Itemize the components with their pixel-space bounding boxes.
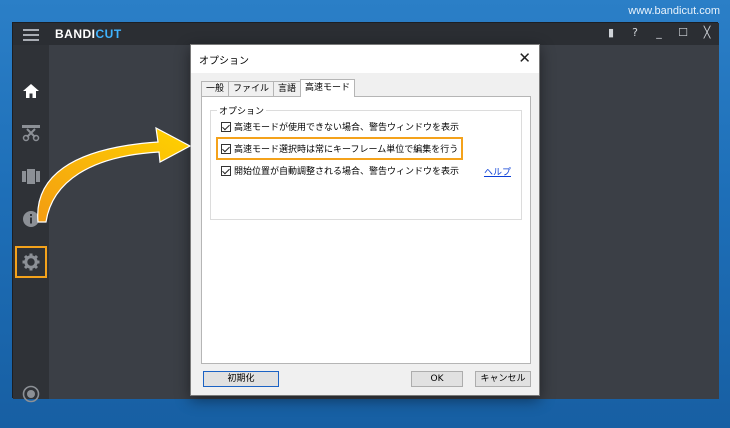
tab-language[interactable]: 言語 (273, 81, 302, 97)
tab-general[interactable]: 一般 (201, 81, 230, 97)
tab-high-speed-mode[interactable]: 高速モード (300, 79, 356, 97)
website-url: www.bandicut.com (628, 5, 720, 17)
app-logo: BANDICUT (55, 27, 122, 41)
ok-button[interactable]: OK (411, 371, 463, 387)
checkbox[interactable] (221, 165, 231, 176)
dialog-titlebar: オプション ✕ (191, 45, 539, 73)
folder-icon[interactable]: ▮ (605, 25, 617, 41)
window-controls: ▮ ? _ ☐ ╳ (605, 25, 713, 41)
home-icon[interactable] (19, 79, 43, 103)
info-icon[interactable] (19, 207, 43, 231)
join-icon[interactable] (19, 164, 43, 188)
maximize-icon[interactable]: ☐ (677, 25, 689, 41)
option-label: 高速モードが使用できない場合、警告ウィンドウを表示 (234, 123, 460, 133)
option-warn-auto-adjust[interactable]: 開始位置が自動調整される場合、警告ウィンドウを表示 (221, 164, 459, 177)
dialog-close-icon[interactable]: ✕ (518, 49, 531, 67)
options-group: オプション 高速モードが使用できない場合、警告ウィンドウを表示 高速モード選択時… (210, 104, 522, 220)
minimize-icon[interactable]: _ (653, 25, 665, 41)
record-icon[interactable] (19, 382, 43, 406)
settings-icon[interactable] (15, 246, 47, 278)
help-icon[interactable]: ? (629, 25, 641, 41)
sidebar (13, 45, 49, 403)
checkbox[interactable] (221, 121, 231, 132)
app-titlebar: BANDICUT ▮ ? _ ☐ ╳ (13, 23, 719, 45)
close-icon[interactable]: ╳ (701, 25, 713, 41)
tab-bar: 一般 ファイル 言語 高速モード (201, 79, 356, 97)
menu-icon[interactable] (23, 29, 39, 41)
help-link[interactable]: ヘルプ (484, 165, 511, 178)
checkbox[interactable] (221, 143, 231, 154)
option-warn-unavailable[interactable]: 高速モードが使用できない場合、警告ウィンドウを表示 (221, 120, 459, 133)
tab-file[interactable]: ファイル (228, 81, 275, 97)
reset-button[interactable]: 初期化 (203, 371, 279, 387)
tab-panel: オプション 高速モードが使用できない場合、警告ウィンドウを表示 高速モード選択時… (201, 96, 531, 364)
brand-main: BANDI (55, 27, 96, 41)
option-label: 開始位置が自動調整される場合、警告ウィンドウを表示 (234, 167, 460, 177)
option-label: 高速モード選択時は常にキーフレーム単位で編集を行う (234, 145, 459, 155)
cancel-button[interactable]: キャンセル (475, 371, 531, 387)
option-keyframe-edit[interactable]: 高速モード選択時は常にキーフレーム単位で編集を行う (215, 137, 464, 160)
dialog-title: オプション (199, 56, 249, 67)
options-dialog: オプション ✕ 一般 ファイル 言語 高速モード オプション 高速モードが使用で… (190, 44, 540, 396)
brand-accent: CUT (95, 27, 122, 41)
group-label: オプション (217, 104, 267, 117)
cut-icon[interactable] (19, 121, 43, 145)
